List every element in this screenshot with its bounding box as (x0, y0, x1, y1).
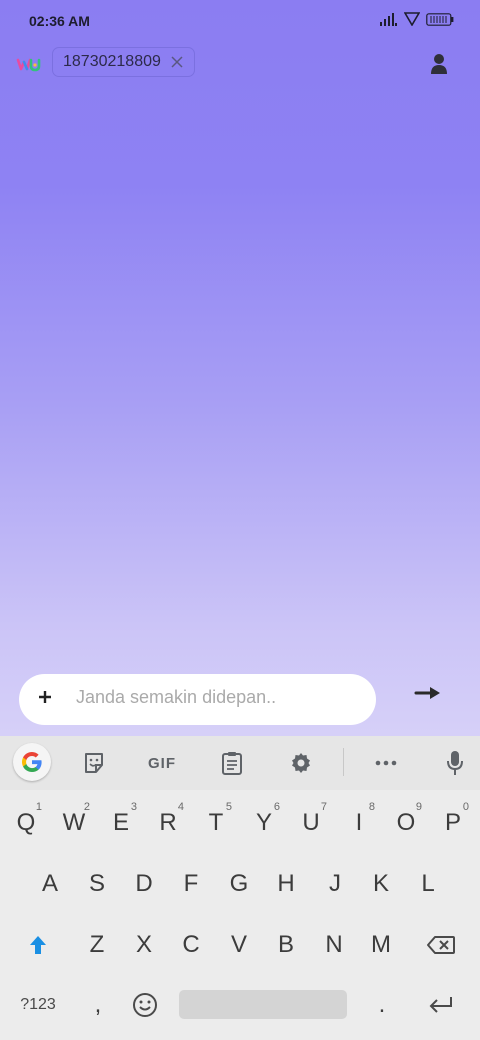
key-l[interactable]: L (404, 854, 452, 914)
key-label: R (159, 809, 177, 836)
key-v[interactable]: V (215, 915, 263, 975)
key-label: Q (16, 809, 36, 836)
keyboard: Q1 W2 E3 R4 T5 Y6 U7 I8 O9 P0 A S D F G … (0, 790, 480, 1040)
key-hint: 9 (415, 801, 422, 813)
clipboard-icon[interactable] (214, 736, 250, 790)
key-label: T (208, 809, 224, 836)
key-z[interactable]: Z (73, 915, 121, 975)
enter-key[interactable] (417, 975, 465, 1035)
more-icon[interactable] (368, 736, 404, 790)
shift-arrow-icon (30, 936, 46, 954)
key-j[interactable]: J (311, 854, 359, 914)
keyboard-toolbar: GIF (0, 736, 480, 790)
toolbar-divider (343, 748, 344, 776)
period-key[interactable]: . (358, 975, 406, 1035)
key-hint: 2 (83, 801, 90, 813)
key-hint: 7 (320, 801, 327, 813)
status-icons (380, 12, 454, 26)
key-u[interactable]: U7 (287, 793, 335, 853)
key-g[interactable]: G (215, 854, 263, 914)
status-bar: 02:36 AM (0, 0, 480, 44)
key-p[interactable]: P0 (429, 793, 477, 853)
message-input[interactable]: Janda semakin didepan.. (76, 687, 361, 711)
chat-screen: 02:36 AM 18730218809 Janda semakin didep… (0, 0, 480, 736)
key-o[interactable]: O9 (382, 793, 430, 853)
key-d[interactable]: D (120, 854, 168, 914)
google-icon[interactable] (13, 743, 51, 781)
key-hint: 1 (35, 801, 42, 813)
key-label: I (355, 809, 363, 836)
key-i[interactable]: I8 (335, 793, 383, 853)
gif-label: GIF (148, 754, 176, 772)
key-f[interactable]: F (167, 854, 215, 914)
backspace-icon (427, 936, 455, 954)
key-label: Y (255, 809, 272, 836)
comma-key[interactable]: , (74, 975, 122, 1035)
key-label: W (62, 809, 86, 836)
key-a[interactable]: A (26, 854, 74, 914)
key-c[interactable]: C (167, 915, 215, 975)
recipient-number: 18730218809 (63, 53, 161, 70)
key-label: P (444, 809, 461, 836)
signal-icon (380, 13, 397, 26)
shift-key[interactable] (14, 915, 62, 975)
key-e[interactable]: E3 (97, 793, 145, 853)
key-hint: 3 (130, 801, 137, 813)
key-label: E (112, 809, 129, 836)
key-h[interactable]: H (262, 854, 310, 914)
key-q[interactable]: Q1 (2, 793, 50, 853)
mic-icon[interactable] (437, 736, 473, 790)
plus-icon[interactable] (38, 690, 52, 704)
gif-button[interactable]: GIF (140, 736, 184, 790)
wu-logo-icon[interactable] (16, 54, 44, 74)
emoji-key[interactable] (121, 975, 169, 1035)
key-w[interactable]: W2 (50, 793, 98, 853)
key-label: O (396, 809, 416, 836)
key-k[interactable]: K (357, 854, 405, 914)
key-b[interactable]: B (262, 915, 310, 975)
recipient-chip[interactable]: 18730218809 (52, 47, 195, 77)
space-bar[interactable] (179, 990, 347, 1019)
key-hint: 0 (462, 801, 469, 813)
key-t[interactable]: T5 (192, 793, 240, 853)
key-hint: 4 (177, 801, 184, 813)
wifi-icon (404, 12, 420, 26)
key-label: U (302, 809, 320, 836)
backspace-key[interactable] (417, 915, 465, 975)
key-s[interactable]: S (73, 854, 121, 914)
close-icon[interactable] (171, 56, 183, 68)
emoji-icon (133, 993, 157, 1017)
key-n[interactable]: N (310, 915, 358, 975)
key-x[interactable]: X (120, 915, 168, 975)
symbols-key[interactable]: ?123 (12, 975, 64, 1035)
key-r[interactable]: R4 (144, 793, 192, 853)
key-y[interactable]: Y6 (240, 793, 288, 853)
sticker-icon[interactable] (76, 736, 112, 790)
key-hint: 5 (225, 801, 232, 813)
battery-icon (426, 12, 454, 26)
enter-icon (429, 997, 452, 1013)
person-icon[interactable] (430, 53, 448, 75)
arrow-right-icon[interactable] (414, 685, 442, 701)
key-hint: 6 (273, 801, 280, 813)
settings-icon[interactable] (283, 736, 319, 790)
message-composer[interactable]: Janda semakin didepan.. (19, 674, 376, 725)
key-hint: 8 (368, 801, 375, 813)
key-m[interactable]: M (357, 915, 405, 975)
status-time: 02:36 AM (29, 13, 90, 29)
